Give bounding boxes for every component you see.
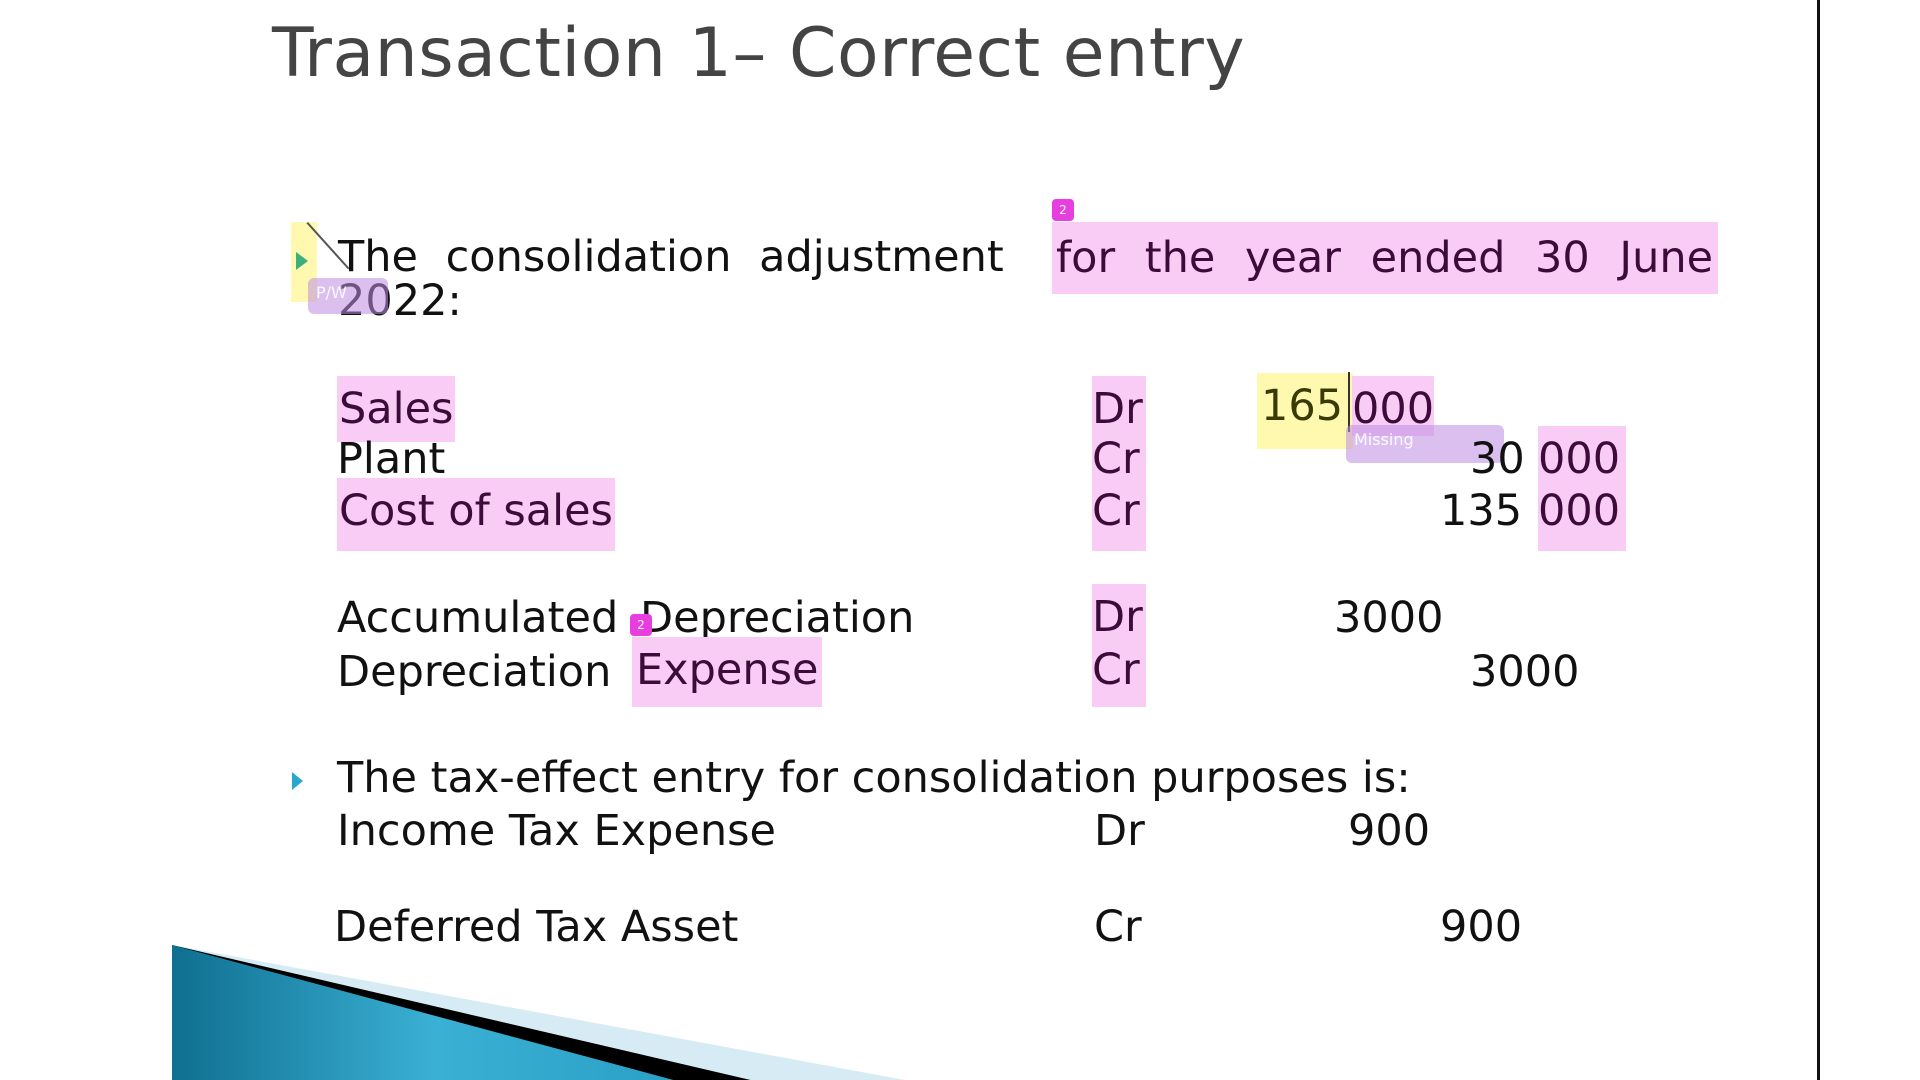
side-cost-of-sales[interactable]: Cr	[1092, 478, 1146, 551]
annotation-tag[interactable]: 2	[1052, 199, 1074, 221]
annotation-pw-badge[interactable]: P/W	[308, 278, 388, 314]
account-sales[interactable]: Sales	[337, 376, 456, 442]
bullet-icon	[292, 772, 303, 790]
account-dep-exp-b[interactable]: Expense	[632, 637, 823, 707]
side-income-tax: Dr	[1094, 806, 1145, 856]
text-cursor	[1348, 372, 1350, 432]
account-cost-of-sales[interactable]: Cost of sales	[337, 478, 615, 551]
credit-cost-of-sales-prefix: 135	[1440, 486, 1523, 536]
credit-cost-of-sales-suffix[interactable]: 000	[1538, 478, 1626, 551]
credit-plant-prefix: 30	[1470, 434, 1525, 484]
account-plant: Plant	[337, 434, 446, 484]
account-accum-dep-a: Accumulated	[337, 593, 619, 643]
account-deferred-tax: Deferred Tax Asset	[334, 902, 739, 952]
credit-dep-exp: 3000	[1470, 647, 1580, 697]
intro-highlighted-text[interactable]: for the year ended 30 June	[1052, 222, 1718, 294]
account-dep-exp-a: Depreciation	[337, 647, 612, 697]
slide-title: Transaction 1– Correct entry	[272, 14, 1246, 93]
intro-text: The consolidation adjustment	[338, 232, 1004, 282]
annotation-tag[interactable]: 2	[630, 614, 652, 636]
side-dep-exp[interactable]: Cr	[1092, 637, 1146, 707]
account-accum-dep-b: Depreciation	[640, 593, 915, 643]
debit-accum-dep: 3000	[1334, 593, 1444, 643]
debit-sales-prefix[interactable]: 165	[1257, 373, 1353, 449]
missing-label: Missing	[1354, 430, 1414, 449]
slide: Transaction 1– Correct entry The consoli…	[0, 0, 1818, 1080]
debit-income-tax: 900	[1348, 806, 1431, 856]
credit-deferred-tax: 900	[1440, 902, 1523, 952]
bullet-icon	[296, 252, 308, 270]
tax-intro-text: The tax-effect entry for consolidation p…	[337, 753, 1411, 803]
slide-border	[1817, 0, 1820, 1080]
decorative-swoosh	[172, 945, 905, 1080]
side-deferred-tax: Cr	[1094, 902, 1142, 952]
account-income-tax: Income Tax Expense	[337, 806, 776, 856]
